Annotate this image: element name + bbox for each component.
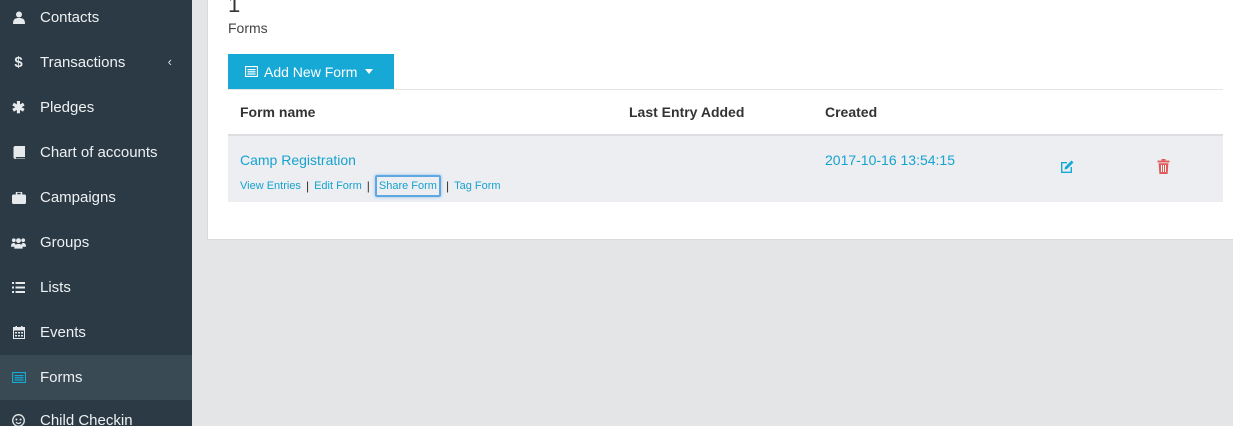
form-icon <box>11 372 26 383</box>
sidebar-item-contacts[interactable]: Contacts <box>0 0 192 40</box>
column-header-created[interactable]: Created <box>825 104 877 120</box>
sidebar-item-label: Lists <box>40 279 71 296</box>
separator: | <box>366 179 370 193</box>
table-top-border <box>228 89 1223 90</box>
add-new-form-label: Add New Form <box>264 63 358 80</box>
sidebar-item-label: Forms <box>40 369 83 386</box>
sidebar-item-groups[interactable]: Groups <box>0 220 192 265</box>
sidebar: Contacts $ Transactions ‹ ✱ Pledges Char… <box>0 0 192 426</box>
created-date: 2017-10-16 13:54:15 <box>825 152 955 168</box>
forms-count-label: Forms <box>228 20 268 36</box>
child-icon <box>11 414 26 426</box>
column-header-form-name[interactable]: Form name <box>240 104 315 120</box>
sidebar-item-campaigns[interactable]: Campaigns <box>0 175 192 220</box>
edit-icon[interactable] <box>1059 159 1075 175</box>
content-panel <box>207 0 1233 240</box>
share-form-link[interactable]: Share Form <box>374 175 441 197</box>
edit-form-link[interactable]: Edit Form <box>314 180 362 192</box>
sidebar-item-label: Campaigns <box>40 189 116 206</box>
form-name-link[interactable]: Camp Registration <box>240 152 356 168</box>
sidebar-item-lists[interactable]: Lists <box>0 265 192 310</box>
form-actions: View Entries | Edit Form | Share Form | … <box>240 175 501 197</box>
add-new-form-button[interactable]: Add New Form <box>228 54 394 89</box>
asterisk-icon: ✱ <box>11 99 26 117</box>
user-icon <box>11 11 26 24</box>
sidebar-item-forms[interactable]: Forms <box>0 355 192 400</box>
tag-form-link[interactable]: Tag Form <box>454 180 500 192</box>
trash-icon[interactable] <box>1157 159 1170 174</box>
sidebar-item-label: Chart of accounts <box>40 144 158 161</box>
forms-count: 1 <box>228 0 241 17</box>
dollar-icon: $ <box>14 54 23 71</box>
sidebar-item-label: Pledges <box>40 99 95 116</box>
sidebar-item-label: Groups <box>40 234 90 251</box>
sidebar-item-pledges[interactable]: ✱ Pledges <box>0 85 192 130</box>
caret-down-icon <box>365 69 374 74</box>
view-entries-link[interactable]: View Entries <box>240 180 301 192</box>
sidebar-item-label: Contacts <box>40 9 100 26</box>
calendar-icon <box>11 326 26 339</box>
sidebar-item-label: Child Checkin <box>40 412 133 426</box>
sidebar-item-events[interactable]: Events <box>0 310 192 355</box>
list-icon <box>11 282 26 293</box>
sidebar-item-child-checkin[interactable]: Child Checkin <box>0 398 192 426</box>
briefcase-icon <box>11 191 26 204</box>
separator: | <box>445 179 450 193</box>
sidebar-item-label: Transactions <box>40 54 126 71</box>
sidebar-item-chart-of-accounts[interactable]: Chart of accounts <box>0 130 192 175</box>
sidebar-item-transactions[interactable]: $ Transactions ‹ <box>0 40 192 85</box>
sidebar-item-label: Events <box>40 324 86 341</box>
users-icon <box>11 237 26 249</box>
book-icon <box>11 146 26 159</box>
chevron-left-icon: ‹ <box>167 54 172 69</box>
form-icon <box>245 66 258 77</box>
separator: | <box>305 179 310 193</box>
column-header-last-entry[interactable]: Last Entry Added <box>629 104 744 120</box>
